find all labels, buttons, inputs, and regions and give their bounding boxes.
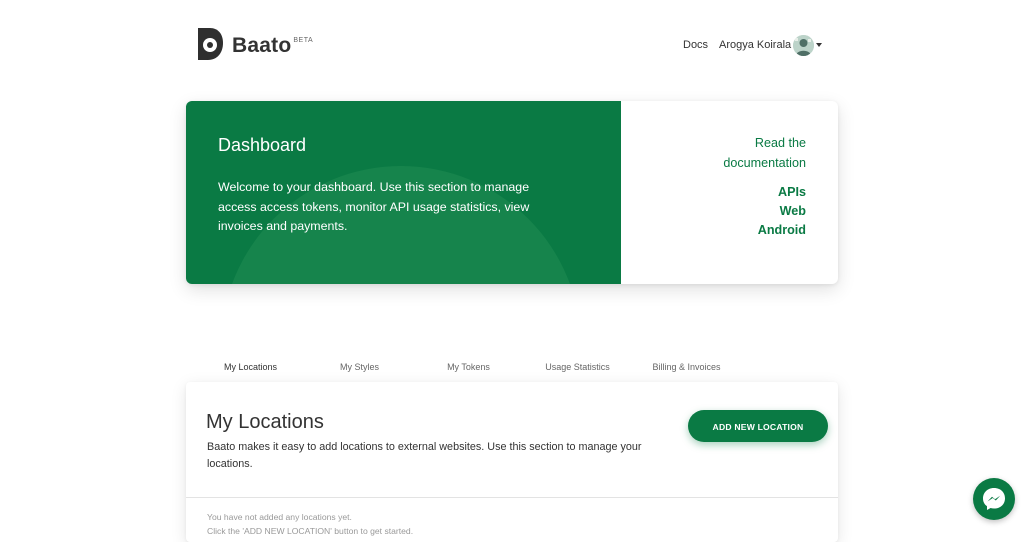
tab-usage-statistics[interactable]: Usage Statistics	[523, 354, 632, 382]
brand-name: Baato	[232, 34, 292, 57]
empty-state-message: You have not added any locations yet.	[207, 512, 352, 522]
baato-logo-icon	[196, 26, 224, 62]
add-new-location-button[interactable]: ADD NEW LOCATION	[688, 410, 828, 442]
section-description: Baato makes it easy to add locations to …	[207, 441, 642, 470]
messenger-icon[interactable]	[973, 478, 1015, 520]
docs-link-web[interactable]: Web	[780, 204, 806, 218]
hero-green-panel: Dashboard Welcome to your dashboard. Use…	[186, 101, 621, 284]
nav-docs-link[interactable]: Docs	[683, 39, 708, 51]
tab-my-locations[interactable]: My Locations	[196, 354, 305, 384]
hero-description: Welcome to your dashboard. Use this sect…	[218, 180, 530, 233]
user-avatar[interactable]	[793, 35, 814, 56]
user-name[interactable]: Arogya Koirala	[719, 39, 791, 51]
read-documentation-text: Read the documentation	[723, 136, 806, 170]
empty-state-hint: Click the 'ADD NEW LOCATION' button to g…	[207, 526, 414, 536]
caret-down-icon[interactable]	[816, 43, 822, 47]
my-locations-card: My Locations Baato makes it easy to add …	[186, 382, 838, 542]
hero-title: Dashboard	[218, 135, 307, 155]
hero-docs-panel: Read the documentation APIs Web Android	[621, 101, 838, 284]
divider	[186, 497, 838, 498]
brand-logo[interactable]: Baato BETA	[196, 26, 313, 62]
tab-my-styles[interactable]: My Styles	[305, 354, 414, 382]
dashboard-hero-card: Dashboard Welcome to your dashboard. Use…	[186, 101, 838, 284]
tab-billing-invoices[interactable]: Billing & Invoices	[632, 354, 741, 382]
docs-link-apis[interactable]: APIs	[778, 185, 806, 199]
beta-badge: BETA	[293, 37, 314, 44]
section-title: My Locations	[206, 411, 324, 433]
tab-my-tokens[interactable]: My Tokens	[414, 354, 523, 382]
docs-link-android[interactable]: Android	[758, 223, 806, 237]
